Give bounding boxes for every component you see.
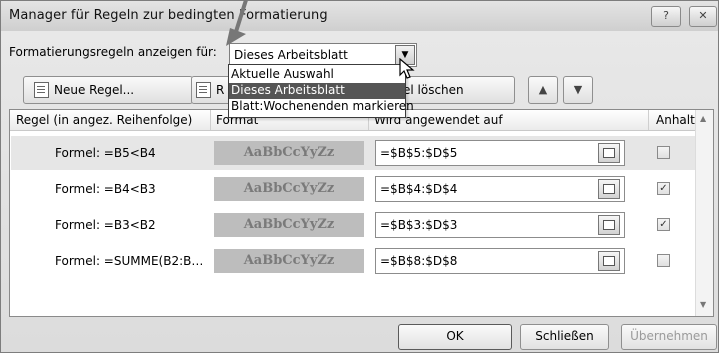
rule-formula: Formel: =B5<B4 [55,146,156,160]
format-preview: AaBbCcYyZz [214,213,364,237]
dropdown-option-label: Dieses Arbeitsblatt [231,83,345,97]
dropdown-option-label: Aktuelle Auswahl [231,67,334,81]
mouse-pointer-icon [399,58,415,79]
close-window-button[interactable]: ✕ [689,6,717,27]
apply-button[interactable]: Übernehmen [621,324,717,350]
range-selector-icon[interactable] [598,143,620,163]
applies-to-field[interactable]: =$B$8:$D$8 [375,248,625,274]
rules-list[interactable]: Regel (in angez. Reihenfolge) Format Wir… [9,109,714,317]
edit-rule-button[interactable]: R [191,76,233,104]
move-down-button[interactable]: ▼ [563,76,593,104]
close-button[interactable]: Schließen [520,324,609,350]
applies-to-value: =$B$8:$D$8 [380,254,458,268]
table-row[interactable]: Formel: =B3<B2 AaBbCcYyZz =$B$3:$D$3 ✓ [11,208,695,242]
applies-to-value: =$B$4:$D$4 [380,182,458,196]
rule-formula: Formel: =SUMME(B2:B… [55,254,204,268]
help-button[interactable]: ? [651,6,681,27]
dropdown-option[interactable]: Dieses Arbeitsblatt [229,83,405,99]
title-bar: Manager für Regeln zur bedingten Formati… [1,1,718,31]
scroll-down-icon[interactable]: ▼ [700,300,706,309]
dropdown-option-label: Blatt:Wochenenden markieren [231,99,414,113]
applies-to-field[interactable]: =$B$5:$D$5 [375,140,625,166]
range-selector-icon[interactable] [598,215,620,235]
stop-if-true-checkbox[interactable]: ✓ [657,182,670,195]
stop-if-true-checkbox[interactable]: ✓ [657,218,670,231]
dropdown-option[interactable]: Blatt:Wochenenden markieren [229,99,414,115]
rule-formula: Formel: =B3<B2 [55,218,156,232]
applies-to-field[interactable]: =$B$3:$D$3 [375,212,625,238]
show-rules-dropdown-list[interactable]: Aktuelle Auswahl Dieses Arbeitsblatt Bla… [228,64,414,118]
vertical-scrollbar[interactable]: ▲ ▼ [695,110,713,316]
format-preview: AaBbCcYyZz [214,177,364,201]
range-selector-icon[interactable] [598,179,620,199]
new-document-icon [34,82,49,98]
format-preview: AaBbCcYyZz [214,249,364,273]
table-row[interactable]: Formel: =B5<B4 AaBbCcYyZz =$B$5:$D$5 [11,136,695,170]
applies-to-value: =$B$5:$D$5 [380,146,458,160]
edit-rule-icon [196,82,211,98]
dropdown-option[interactable]: Aktuelle Auswahl [229,67,405,83]
rule-formula: Formel: =B4<B3 [55,182,156,196]
applies-to-field[interactable]: =$B$4:$D$4 [375,176,625,202]
move-up-button[interactable]: ▲ [528,76,558,104]
edit-rule-label: R [216,83,225,97]
applies-to-value: =$B$3:$D$3 [380,218,458,232]
scroll-up-icon[interactable]: ▲ [700,114,706,123]
table-row[interactable]: Formel: =SUMME(B2:B… AaBbCcYyZz =$B$8:$D… [11,244,695,278]
stop-if-true-checkbox[interactable] [657,146,670,159]
ok-button[interactable]: OK [398,324,512,350]
new-rule-label: Neue Regel... [54,83,135,97]
dialog-window: Manager für Regeln zur bedingten Formati… [0,0,719,353]
col-rule-header: Regel (in angez. Reihenfolge) [16,113,193,127]
format-preview: AaBbCcYyZz [214,141,364,165]
table-row[interactable]: Formel: =B4<B3 AaBbCcYyZz =$B$4:$D$4 ✓ [11,172,695,206]
stop-if-true-checkbox[interactable] [657,254,670,267]
show-rules-selected: Dieses Arbeitsblatt [234,48,348,62]
range-selector-icon[interactable] [598,251,620,271]
dialog-title: Manager für Regeln zur bedingten Formati… [9,8,328,23]
show-rules-label: Formatierungsregeln anzeigen für: [9,45,217,59]
new-rule-button[interactable]: Neue Regel... [23,76,193,104]
